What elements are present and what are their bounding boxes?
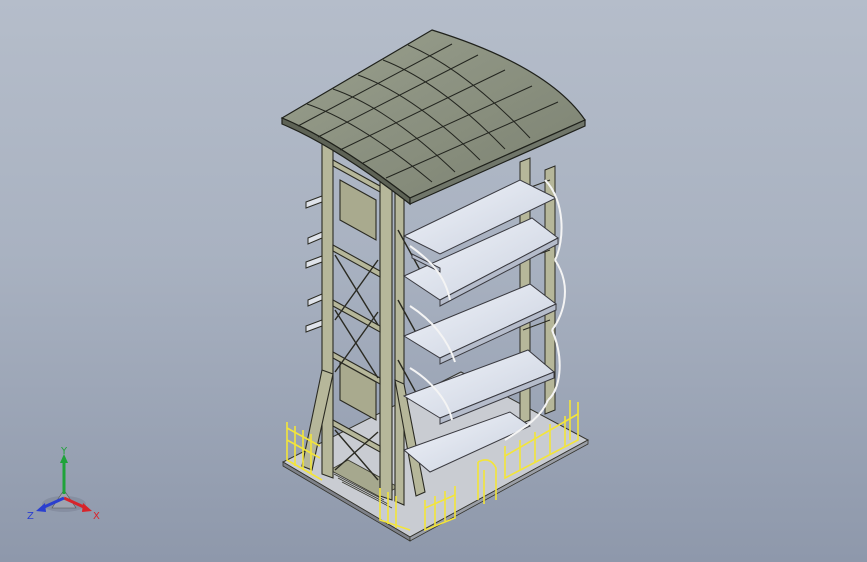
y-axis-label: Y	[60, 446, 68, 457]
z-axis-head	[36, 503, 46, 512]
x-axis-head	[82, 503, 92, 512]
orientation-triad[interactable]: Y X Z	[22, 446, 108, 526]
cad-viewport[interactable]: Y X Z	[0, 0, 867, 562]
parking-tower-3d-model[interactable]	[0, 0, 867, 562]
z-axis-label: Z	[27, 511, 34, 522]
x-axis-label: X	[93, 511, 100, 522]
left-cantilever-arms	[305, 195, 323, 333]
